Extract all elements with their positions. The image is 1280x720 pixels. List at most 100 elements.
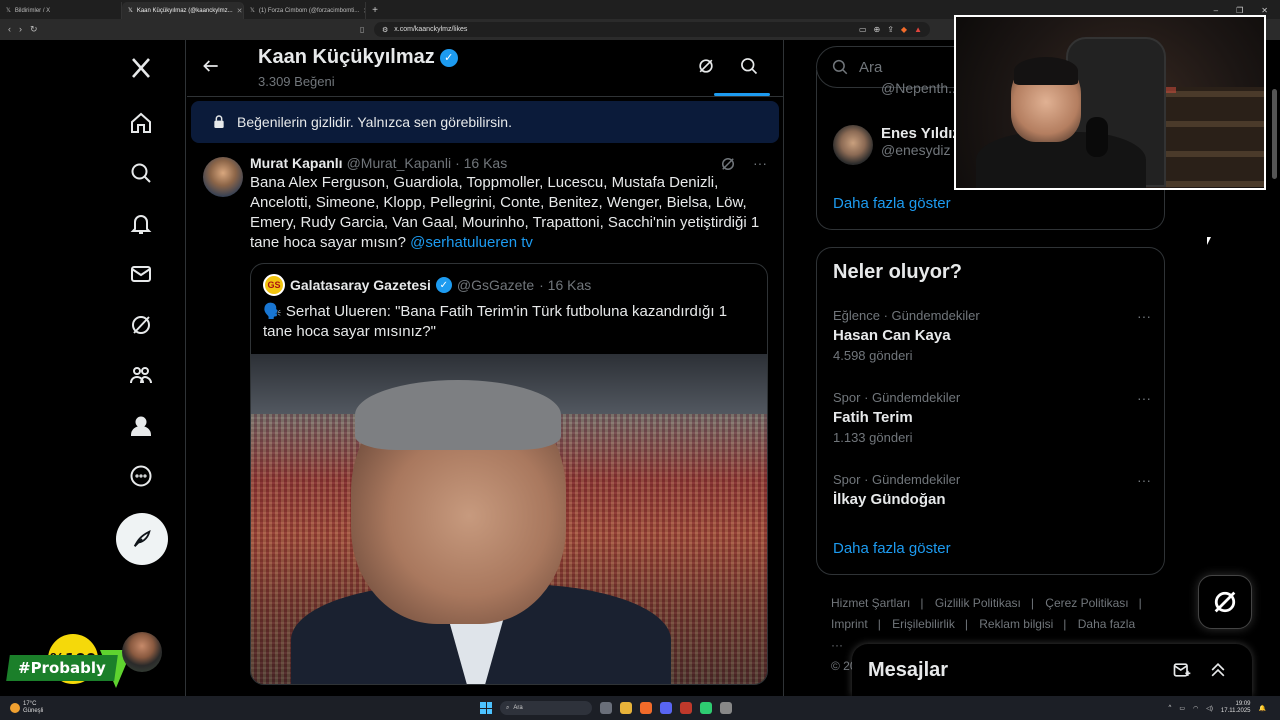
page-scrollbar[interactable]: [1272, 44, 1277, 694]
trend-name: Hasan Can Kaya: [833, 327, 951, 344]
tweet[interactable]: Murat Kapanlı @Murat_Kapanli · 16 Kas ··…: [187, 143, 783, 685]
share-icon[interactable]: ⇪: [887, 25, 894, 34]
reload-icon[interactable]: ↻: [30, 24, 38, 35]
author-name[interactable]: Murat Kapanlı: [250, 155, 343, 171]
grok-icon[interactable]: [116, 305, 166, 345]
shield-icon[interactable]: ◆: [901, 25, 907, 34]
cast-icon[interactable]: ▭: [859, 25, 867, 34]
scrollbar-thumb[interactable]: [1272, 89, 1277, 179]
quote-author-handle[interactable]: @GsGazete: [457, 277, 534, 293]
footer-link-privacy[interactable]: Gizlilik Politikası: [935, 596, 1021, 610]
privacy-text: Beğenilerin gizlidir. Yalnızca sen göreb…: [237, 114, 512, 130]
settings-icon[interactable]: [720, 702, 732, 714]
grok-icon[interactable]: [719, 155, 737, 173]
new-message-icon[interactable]: [1172, 660, 1192, 680]
discord-icon[interactable]: [660, 702, 672, 714]
trend-item[interactable]: Eğlence · Gündemdekiler Hasan Can Kaya 4…: [833, 308, 1151, 363]
time: 19:09: [1235, 701, 1251, 707]
grok-icon: [1214, 591, 1236, 613]
footer-link-terms[interactable]: Hizmet Şartları: [831, 596, 910, 610]
minimize-icon[interactable]: –: [1214, 6, 1218, 15]
more-options-icon[interactable]: ···: [753, 155, 767, 173]
home-icon[interactable]: [116, 103, 166, 143]
tweet-date[interactable]: · 16 Kas: [455, 155, 507, 171]
browser-tab-notifications[interactable]: 𝕏 Bildirimler / X: [0, 2, 122, 19]
alert-icon[interactable]: ▲: [914, 25, 922, 34]
bell-icon[interactable]: [116, 204, 166, 244]
active-tab-indicator: [714, 93, 770, 96]
footer-link-ads[interactable]: Reklam bilgisi: [979, 617, 1053, 631]
zoom-icon[interactable]: ⊕: [874, 25, 881, 34]
partial-handle: @Nepenth...: [881, 80, 960, 96]
clock[interactable]: 19:09 17.11.2025: [1221, 701, 1251, 715]
suggestion-avatar[interactable]: [833, 125, 873, 165]
browser-tab-forza[interactable]: 𝕏 (1) Forza Cimbom (@forzacimbomti... ✕: [244, 2, 366, 19]
trend-item[interactable]: Spor · Gündemdekiler Fatih Terim 1.133 g…: [833, 390, 1151, 445]
whatsapp-icon[interactable]: [700, 702, 712, 714]
hashtag-overlay: #Probably: [6, 655, 118, 681]
hashtag-text: #Probably: [18, 659, 106, 677]
back-arrow-icon[interactable]: ‹: [8, 24, 11, 35]
show-more-link[interactable]: Daha fazla göster: [833, 195, 951, 212]
new-tab-button[interactable]: +: [366, 2, 384, 19]
taskbar-apps: ⌕ Ara: [480, 701, 732, 715]
account-avatar[interactable]: [122, 632, 162, 672]
trend-more-icon[interactable]: ···: [1137, 308, 1151, 324]
webcam-overlay: [954, 15, 1266, 190]
close-tab-icon[interactable]: ✕: [237, 7, 243, 15]
windows-start-icon[interactable]: [480, 702, 492, 714]
address-bar[interactable]: ⚙ x.com/kaanckylmz/likes ▭ ⊕ ⇪ ◆ ▲: [374, 22, 930, 37]
messages-drawer[interactable]: Mesajlar: [852, 644, 1252, 696]
privacy-notice: Beğenilerin gizlidir. Yalnızca sen göreb…: [191, 101, 779, 143]
mention-link[interactable]: @serhatulueren tv: [410, 234, 533, 251]
network-icon[interactable]: ▭: [1179, 705, 1185, 712]
quote-author-name[interactable]: Galatasaray Gazetesi: [290, 277, 431, 293]
footer-link-cookies[interactable]: Çerez Politikası: [1045, 596, 1128, 610]
grok-icon[interactable]: [696, 56, 720, 80]
tab-title: Kaan Küçükyılmaz (@kaanckylmz...: [136, 7, 233, 14]
tray-chevron-icon[interactable]: ^: [1169, 705, 1172, 711]
more-icon[interactable]: [116, 456, 166, 496]
follow-suggestion[interactable]: Enes Yıldız @enesydiz: [833, 125, 960, 165]
taskbar-search[interactable]: ⌕ Ara: [500, 701, 592, 715]
trends-show-more-link[interactable]: Daha fazla göster: [833, 540, 951, 557]
profile-icon[interactable]: [116, 406, 166, 446]
suggestion-name[interactable]: Enes Yıldız: [881, 125, 960, 142]
file-explorer-icon[interactable]: [620, 702, 632, 714]
notification-bell-icon[interactable]: 🔔: [1259, 705, 1266, 712]
trend-item[interactable]: Spor · Gündemdekiler İlkay Gündoğan ···: [833, 472, 1151, 508]
post-button[interactable]: [116, 513, 168, 565]
communities-icon[interactable]: [116, 355, 166, 395]
left-sidebar: %100 #Probably: [0, 40, 186, 696]
brave-icon[interactable]: [640, 702, 652, 714]
task-view-icon[interactable]: [600, 702, 612, 714]
footer-link-imprint[interactable]: Imprint: [831, 617, 868, 631]
volume-icon[interactable]: ◁): [1206, 705, 1213, 712]
bookmark-icon[interactable]: ▯: [360, 25, 370, 34]
author-avatar[interactable]: [203, 157, 243, 197]
browser-tab-profile[interactable]: 𝕏 Kaan Küçükyılmaz (@kaanckylmz... ✕: [122, 2, 244, 19]
mail-icon[interactable]: [116, 254, 166, 294]
quote-author-avatar[interactable]: GS: [263, 274, 285, 296]
trend-more-icon[interactable]: ···: [1137, 472, 1151, 488]
weather-widget[interactable]: 17°C Güneşli: [0, 701, 480, 715]
search-icon[interactable]: [739, 56, 763, 80]
quote-date[interactable]: · 16 Kas: [539, 277, 591, 293]
search-icon[interactable]: [116, 153, 166, 193]
trend-more-icon[interactable]: ···: [1137, 390, 1151, 406]
app-icon[interactable]: [680, 702, 692, 714]
back-arrow-icon[interactable]: [201, 56, 225, 80]
x-logo-icon[interactable]: [116, 48, 166, 88]
grok-fab-button[interactable]: [1198, 575, 1252, 629]
forward-arrow-icon[interactable]: ›: [19, 24, 22, 35]
expand-up-icon[interactable]: [1208, 660, 1228, 680]
close-window-icon[interactable]: ✕: [1261, 6, 1268, 15]
author-handle[interactable]: @Murat_Kapanli: [347, 155, 452, 171]
maximize-icon[interactable]: ❐: [1236, 6, 1243, 15]
quote-photo[interactable]: [251, 354, 767, 684]
search-icon: ⌕: [506, 704, 510, 711]
wifi-icon[interactable]: ◠: [1193, 705, 1198, 712]
site-info-icon[interactable]: ⚙: [382, 26, 388, 34]
quoted-tweet[interactable]: GS Galatasaray Gazetesi ✓ @GsGazete · 16…: [250, 263, 768, 685]
footer-link-accessibility[interactable]: Erişilebilirlik: [892, 617, 955, 631]
